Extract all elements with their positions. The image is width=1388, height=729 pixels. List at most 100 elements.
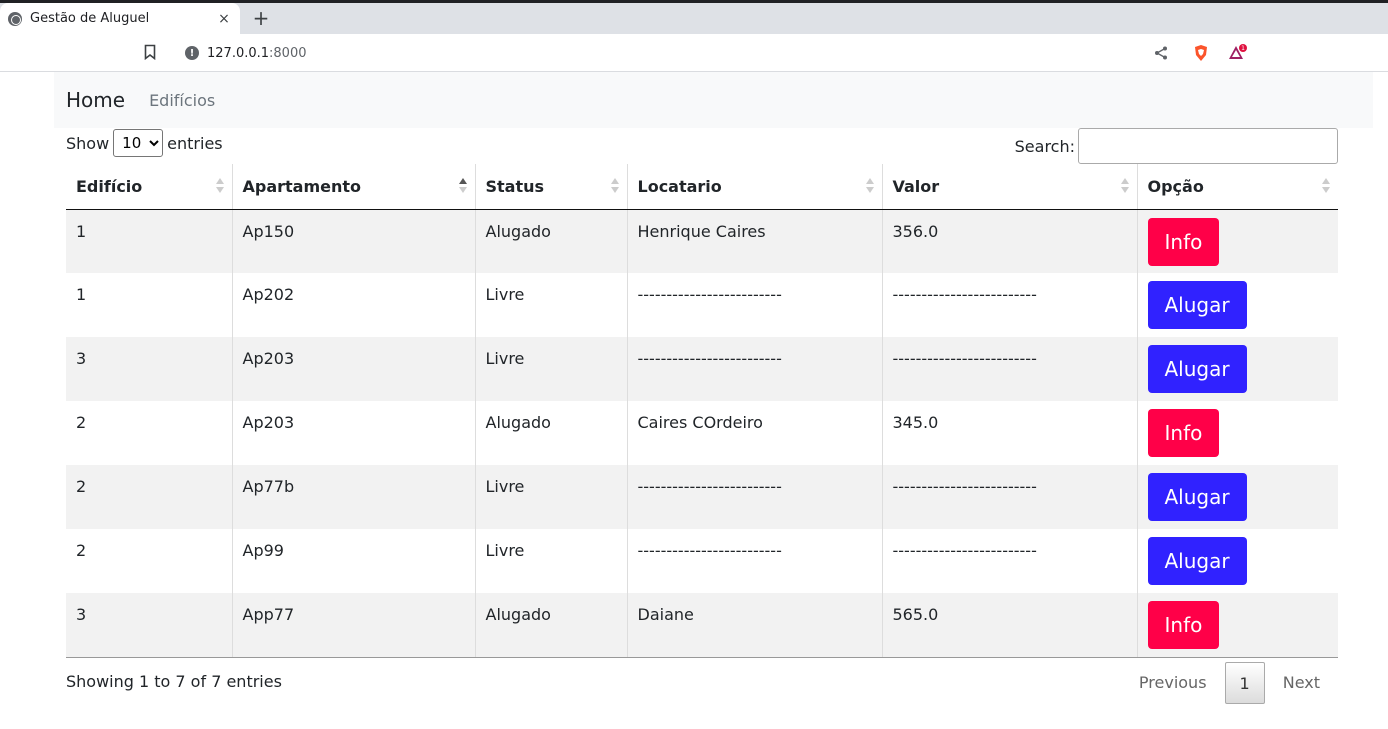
cell-status: Livre: [474, 529, 627, 593]
brave-shields-icon[interactable]: [1192, 44, 1210, 62]
cell-opcao: Info: [1136, 209, 1338, 273]
cell-locatario: Caires COrdeiro: [626, 401, 882, 465]
browser-tab[interactable]: Gestão de Aluguel ×: [0, 3, 240, 34]
length-control: Show 10 entries: [66, 128, 223, 158]
cell-opcao: Alugar: [1136, 529, 1338, 593]
table-row: 2 Ap203 Alugado Caires COrdeiro 345.0 In…: [66, 401, 1338, 465]
cell-status: Livre: [474, 337, 627, 401]
table-row: 3 Ap203 Livre ------------------------- …: [66, 337, 1338, 401]
url-text: 127.0.0.1:8000: [207, 45, 307, 61]
tab-title: Gestão de Aluguel: [30, 11, 150, 26]
share-icon[interactable]: [1154, 46, 1168, 60]
header-locatario[interactable]: Locatario: [626, 164, 882, 210]
info-button[interactable]: Info: [1147, 601, 1220, 649]
cell-locatario: -------------------------: [626, 465, 882, 529]
cell-status: Alugado: [474, 209, 627, 273]
cell-apartamento: App77: [231, 593, 475, 658]
cell-status: Livre: [474, 465, 627, 529]
page-1-button[interactable]: 1: [1224, 662, 1265, 704]
cell-apartamento: Ap202: [231, 273, 475, 337]
cell-valor: -------------------------: [881, 465, 1137, 529]
header-apartamento[interactable]: Apartamento: [231, 164, 475, 210]
cell-apartamento: Ap99: [231, 529, 475, 593]
cell-status: Livre: [474, 273, 627, 337]
info-button[interactable]: Info: [1147, 217, 1220, 266]
cell-status: Alugado: [474, 401, 627, 465]
alugar-button[interactable]: Alugar: [1147, 537, 1247, 585]
cell-locatario: Henrique Caires: [626, 209, 882, 273]
cell-edificio: 2: [66, 465, 232, 529]
cell-valor: -------------------------: [881, 273, 1137, 337]
sort-asc-icon: [458, 178, 467, 194]
table-row: 1 Ap202 Livre ------------------------- …: [66, 273, 1338, 337]
globe-icon: [8, 11, 22, 26]
table-row: 1 Ap150 Alugado Henrique Caires 356.0 In…: [66, 209, 1338, 273]
sort-icon: [1322, 178, 1330, 194]
rewards-badge: 1: [1241, 45, 1245, 52]
alugar-button[interactable]: Alugar: [1147, 345, 1247, 393]
show-label: Show: [66, 133, 110, 153]
nav-edificios-link[interactable]: Edifícios: [149, 91, 215, 110]
info-button[interactable]: Info: [1147, 409, 1220, 457]
cell-valor: 565.0: [881, 593, 1137, 658]
browser-toolbar: ! 127.0.0.1:8000 1: [0, 34, 1388, 72]
table-row: 3 App77 Alugado Daiane 565.0 Info: [66, 593, 1338, 658]
cell-locatario: -------------------------: [626, 337, 882, 401]
cell-apartamento: Ap203: [231, 401, 475, 465]
nav-home-link[interactable]: Home: [66, 88, 125, 112]
alugar-button[interactable]: Alugar: [1147, 473, 1247, 521]
sort-icon: [610, 178, 619, 194]
header-status[interactable]: Status: [474, 164, 627, 210]
cell-status: Alugado: [474, 593, 627, 658]
search-input[interactable]: [1078, 128, 1338, 164]
sort-icon: [1120, 178, 1129, 194]
cell-valor: -------------------------: [881, 529, 1137, 593]
cell-locatario: -------------------------: [626, 529, 882, 593]
cell-edificio: 2: [76, 413, 87, 432]
previous-button[interactable]: Previous: [1121, 662, 1225, 704]
close-tab-icon[interactable]: ×: [216, 11, 232, 27]
cell-valor: 356.0: [881, 209, 1137, 273]
cell-locatario: -------------------------: [626, 273, 882, 337]
cell-opcao: Info: [1136, 593, 1338, 658]
entries-label: entries: [167, 133, 223, 153]
table-header-row: Edifício Apartamento Status Locatario Va…: [66, 164, 1338, 210]
cell-edificio: 1: [66, 209, 232, 273]
cell-opcao: Info: [1136, 401, 1338, 465]
cell-edificio: 3: [66, 337, 232, 401]
alugar-button[interactable]: Alugar: [1147, 281, 1247, 329]
search-label: Search:: [1014, 136, 1075, 156]
bookmark-icon[interactable]: [144, 44, 156, 60]
table-controls: Show 10 entries Search:: [66, 128, 1338, 164]
apartments-table: Edifício Apartamento Status Locatario Va…: [66, 164, 1338, 658]
cell-edificio: 3: [66, 593, 232, 658]
entries-select[interactable]: 10: [113, 129, 164, 157]
table-info: Showing 1 to 7 of 7 entries: [66, 672, 282, 691]
cell-opcao: Alugar: [1136, 273, 1338, 337]
table-row: 2 Ap77b Livre ------------------------- …: [66, 465, 1338, 529]
cell-opcao: Alugar: [1136, 337, 1338, 401]
pagination: Previous 1 Next: [1121, 662, 1338, 704]
cell-apartamento: Ap203: [231, 337, 475, 401]
header-valor[interactable]: Valor: [881, 164, 1137, 210]
cell-edificio: 2: [76, 541, 87, 560]
address-bar[interactable]: ! 127.0.0.1:8000 1: [174, 38, 1254, 68]
search-control: Search:: [1015, 128, 1338, 164]
table-row: 2 Ap99 Livre ------------------------- -…: [66, 529, 1338, 593]
new-tab-button[interactable]: +: [248, 5, 274, 31]
navbar: Home Edifícios: [54, 72, 1373, 128]
site-info-icon[interactable]: !: [185, 46, 199, 60]
sort-icon: [865, 178, 874, 194]
cell-valor: -------------------------: [881, 337, 1137, 401]
cell-edificio: 1: [76, 285, 87, 304]
brave-rewards-icon[interactable]: 1: [1228, 44, 1248, 62]
header-edificio[interactable]: Edifício: [66, 164, 232, 210]
cell-opcao: Alugar: [1136, 465, 1338, 529]
sort-icon: [215, 178, 224, 194]
cell-locatario: Daiane: [626, 593, 882, 658]
cell-apartamento: Ap77b: [231, 465, 475, 529]
tab-bar: Gestão de Aluguel × +: [0, 3, 1388, 34]
cell-apartamento: Ap150: [231, 209, 475, 273]
next-button[interactable]: Next: [1265, 662, 1338, 704]
header-opcao[interactable]: Opção: [1136, 164, 1338, 210]
